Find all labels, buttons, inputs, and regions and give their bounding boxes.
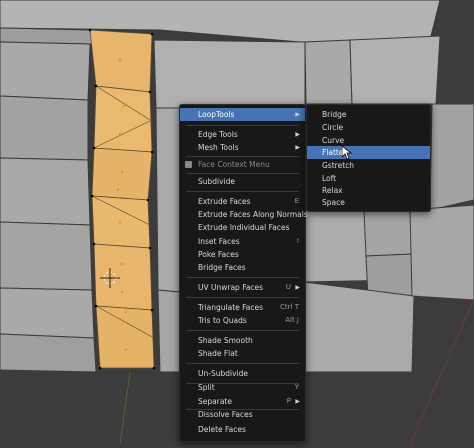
menu-item-label: Curve <box>322 136 345 145</box>
submenu-arrow-icon: ▶ <box>295 111 300 118</box>
menu-item-label: Subdivide <box>198 177 236 186</box>
menu-item-extrude-along-normals[interactable]: Extrude Faces Along Normals <box>180 208 308 221</box>
menu-item-label: Triangulate Faces <box>198 303 263 312</box>
menu-item-shade-smooth[interactable]: Shade Smooth <box>180 334 305 347</box>
menu-item-label: Delete Faces <box>198 425 246 434</box>
menu-item-shortcut: Alt J <box>285 316 299 324</box>
menu-item-mesh-tools[interactable]: Mesh Tools ▶ <box>180 141 305 154</box>
menu-item-label: Gstretch <box>322 161 355 170</box>
menu-item-extrude-faces[interactable]: Extrude Faces E <box>180 195 305 208</box>
looptools-circle[interactable]: Circle <box>307 121 430 134</box>
menu-item-label: Split <box>198 383 215 392</box>
menu-item-label: Separate <box>198 397 232 406</box>
menu-item-label: Edge Tools <box>198 130 238 139</box>
submenu-arrow-icon: ▶ <box>295 398 300 405</box>
menu-item-label: Loft <box>322 174 337 183</box>
menu-item-shade-flat[interactable]: Shade Flat <box>180 347 305 360</box>
submenu-arrow-icon: ▶ <box>295 284 300 291</box>
menu-item-label: Inset Faces <box>198 237 240 246</box>
selected-faces <box>88 28 156 370</box>
menu-separator <box>186 173 299 174</box>
menu-item-label: Poke Faces <box>198 250 239 259</box>
menu-item-subdivide[interactable]: Subdivide <box>180 175 305 188</box>
menu-item-dissolve-faces[interactable]: Dissolve Faces <box>180 408 305 421</box>
menu-separator <box>186 330 299 331</box>
menu-item-label: Extrude Individual Faces <box>198 223 290 232</box>
menu-title-face-context: Face Context Menu <box>180 158 305 171</box>
menu-item-label: Mesh Tools <box>198 143 239 152</box>
menu-item-label: UV Unwrap Faces <box>198 283 264 292</box>
menu-item-label: LoopTools <box>198 110 235 119</box>
looptools-bridge[interactable]: Bridge <box>307 108 430 121</box>
menu-item-label: Dissolve Faces <box>198 410 253 419</box>
menu-item-label: Shade Smooth <box>198 336 253 345</box>
menu-item-edge-tools[interactable]: Edge Tools ▶ <box>180 128 305 141</box>
submenu-arrow-icon: ▶ <box>295 144 300 151</box>
menu-item-extrude-individual[interactable]: Extrude Individual Faces <box>180 221 305 234</box>
menu-item-poke-faces[interactable]: Poke Faces <box>180 248 305 261</box>
menu-separator <box>186 191 299 192</box>
looptools-gstretch[interactable]: Gstretch <box>307 159 430 172</box>
menu-item-looptools[interactable]: LoopTools ▶ <box>180 108 305 121</box>
face-mode-icon <box>185 161 192 168</box>
menu-item-shortcut: Ctrl T <box>280 303 299 311</box>
menu-item-label: Circle <box>322 123 344 132</box>
menu-item-split[interactable]: Split Y <box>180 381 305 394</box>
menu-separator <box>186 125 299 126</box>
menu-separator <box>186 363 299 364</box>
looptools-space[interactable]: Space <box>307 196 430 209</box>
menu-item-tris-to-quads[interactable]: Tris to Quads Alt J <box>180 314 305 327</box>
submenu-arrow-icon: ▶ <box>295 131 300 138</box>
menu-item-shortcut: P <box>286 397 291 405</box>
menu-item-un-subdivide[interactable]: Un-Subdivide <box>180 367 305 380</box>
menu-item-label: Bridge Faces <box>198 263 246 272</box>
menu-item-label: Shade Flat <box>198 349 238 358</box>
menu-item-uv-unwrap-faces[interactable]: UV Unwrap Faces U ▶ <box>180 281 305 294</box>
menu-separator <box>186 156 299 157</box>
face-context-menu: LoopTools ▶ Edge Tools ▶ Mesh Tools ▶ Fa… <box>179 104 308 442</box>
menu-item-shortcut: E <box>294 197 299 205</box>
menu-item-inset-faces[interactable]: Inset Faces I <box>180 235 305 248</box>
menu-item-shortcut: I <box>296 237 299 245</box>
menu-item-label: Un-Subdivide <box>198 369 248 378</box>
menu-item-shortcut: U <box>285 283 291 291</box>
menu-item-label: Extrude Faces Along Normals <box>198 210 308 219</box>
menu-item-delete-faces[interactable]: Delete Faces <box>180 423 305 436</box>
looptools-submenu: Bridge Circle Curve Flatten Gstretch Lof… <box>306 104 431 212</box>
menu-separator <box>186 277 299 278</box>
menu-item-label: Space <box>322 198 345 207</box>
looptools-flatten[interactable]: Flatten <box>307 146 430 159</box>
menu-item-label: Bridge <box>322 110 347 119</box>
menu-item-label: Extrude Faces <box>198 197 251 206</box>
mouse-pointer-icon <box>342 146 352 160</box>
menu-item-shortcut: Y <box>294 383 299 391</box>
menu-item-label: Face Context Menu <box>198 160 270 169</box>
menu-item-label: Tris to Quads <box>198 316 247 325</box>
menu-item-separate[interactable]: Separate P ▶ <box>180 395 305 408</box>
menu-item-bridge-faces[interactable]: Bridge Faces <box>180 261 305 274</box>
menu-separator <box>186 297 299 298</box>
menu-item-label: Relax <box>322 186 343 195</box>
menu-item-triangulate-faces[interactable]: Triangulate Faces Ctrl T <box>180 301 305 314</box>
